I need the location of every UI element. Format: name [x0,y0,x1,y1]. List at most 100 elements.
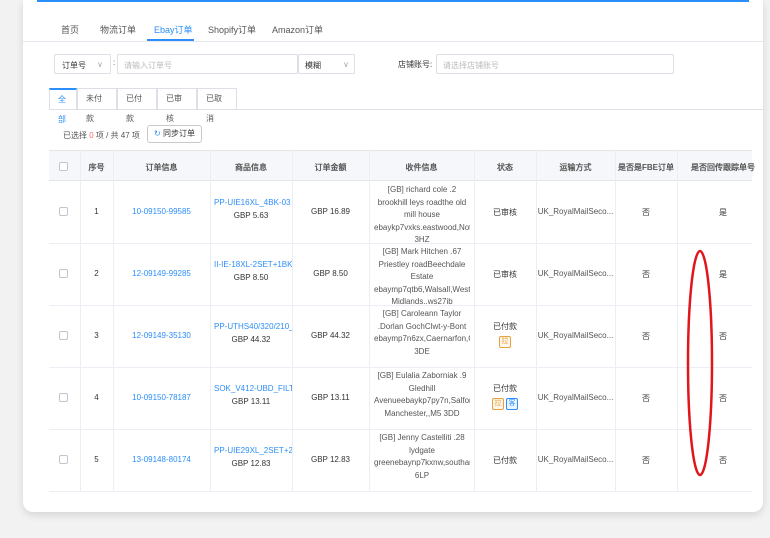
header-order-info: 订单信息 [145,163,178,172]
header-order-amount: 订单金额 [314,163,347,172]
row-divider [49,305,752,306]
status-tab-all[interactable]: 全部 [49,88,77,124]
row-index: 2 [94,269,99,278]
fbe-flag: 否 [642,394,650,403]
product-sku-link[interactable]: PP-UIE29XL_2SET+2BK [210,446,292,455]
row-checkbox[interactable] [59,455,68,464]
shipping-method: UK_RoyalMailSeco... [537,393,614,402]
order-amount: GBP 8.50 [313,269,348,278]
shipping-method: UK_RoyalMailSeco... [537,331,614,340]
product-price: GBP 8.50 [233,273,269,282]
search-field-select-value: 订单号 [62,61,86,70]
tracking-returned-flag: 否 [719,456,727,465]
shop-account-select[interactable]: 请选择店铺账号 [436,54,674,74]
column-divider [369,150,370,492]
match-mode-value: 模糊 [305,61,321,70]
row-checkbox[interactable] [59,331,68,340]
fbe-flag: 否 [642,208,650,217]
status-tab-cancelled[interactable]: 已取消 [197,88,237,123]
status-tab-reviewed[interactable]: 已审核 [157,88,197,123]
tab-ebay-orders[interactable]: Ebay订单 [154,23,193,36]
shipping-method: UK_RoyalMailSeco... [537,455,614,464]
tab-shopify-orders[interactable]: Shopify订单 [208,23,256,36]
product-price: GBP 5.63 [233,211,269,220]
recipient-address: [GB] Jenny Castelliti .28 lydgate greene… [374,433,470,480]
status-tab-divider [49,109,763,110]
column-divider [536,150,537,492]
row-checkbox[interactable] [59,207,68,216]
row-divider [49,491,752,492]
product-sku-link[interactable]: PP-UIE16XL_4BK-03 * 1 [210,198,292,207]
recipient-address: [GB] Eulalia Zaborniak .9 Gledhill Avenu… [374,371,470,418]
header-tracking-returned: 是否回传跟踪单号 [691,163,755,172]
column-divider [80,150,81,492]
row-index: 4 [94,393,99,402]
product-sku-link[interactable]: II-IE-18XL-2SET+1BK-0 [210,260,292,269]
order-status: 已付款 [493,322,517,331]
tracking-returned-flag: 否 [719,332,727,341]
shop-account-placeholder: 请选择店铺账号 [443,61,499,70]
field-separator: : [113,58,116,67]
orders-table: 序号 订单信息 商品信息 订单金额 收件信息 状态 运输方式 是否是FBE订单 … [49,150,755,492]
header-product-info: 商品信息 [235,163,267,172]
status-tags: 拉 [474,336,536,348]
product-price: GBP 12.83 [231,459,271,468]
row-index: 3 [94,331,99,340]
header-index: 序号 [88,163,105,172]
sync-orders-button[interactable]: ↻ 同步订单 [147,125,202,143]
table-header-row: 序号 订单信息 商品信息 订单金额 收件信息 状态 运输方式 是否是FBE订单 … [49,150,755,181]
order-amount: GBP 13.11 [311,393,350,402]
order-status: 已审核 [493,208,517,217]
status-tab-unpaid[interactable]: 未付款 [77,88,117,123]
shipping-method: UK_RoyalMailSeco... [537,207,614,216]
chevron-down-icon: ∨ [343,60,349,69]
search-field-select[interactable]: 订单号 ∨ [54,54,111,74]
row-checkbox[interactable] [59,393,68,402]
order-amount: GBP 44.32 [311,331,350,340]
status-tag: 拉 [492,398,504,410]
order-number-link[interactable]: 12-09149-99285 [113,269,210,278]
order-number-link[interactable]: 12-09149-35130 [113,331,210,340]
header-status: 状态 [497,163,513,172]
selection-count: 0 [89,131,94,140]
nav-tabs: 首页 物流订单 Ebay订单 Shopify订单 Amazon订单 [23,14,763,42]
column-divider [292,150,293,492]
order-status: 已付款 [493,384,517,393]
recipient-address: [GB] richard cole .2 brookhill leys road… [374,185,470,242]
fbe-flag: 否 [642,270,650,279]
column-divider [615,150,616,492]
row-index: 5 [94,455,99,464]
row-index: 1 [94,207,99,216]
selection-prefix: 已选择 [63,131,87,140]
product-sku-link[interactable]: PP-UTHS40/320/210_1 [210,322,292,331]
chevron-down-icon: ∨ [97,60,103,69]
order-number-link[interactable]: 10-09150-78187 [113,393,210,402]
fbe-flag: 否 [642,456,650,465]
order-number-link[interactable]: 13-09148-80174 [113,455,210,464]
header-fbe-order: 是否是FBE订单 [618,163,674,172]
order-amount: GBP 16.89 [311,207,350,216]
row-checkbox[interactable] [59,269,68,278]
order-amount: GBP 12.83 [311,455,350,464]
tracking-returned-flag: 是 [719,270,727,279]
tab-amazon-orders[interactable]: Amazon订单 [272,23,323,36]
active-tab-indicator [147,39,194,41]
selection-suffix: 项 / 共 47 项 [95,131,140,140]
tab-logistics-orders[interactable]: 物流订单 [100,23,136,36]
status-tab-paid[interactable]: 已付款 [117,88,157,123]
order-number-input[interactable]: 请输入订单号 [117,54,298,74]
order-number-link[interactable]: 10-09150-99585 [113,207,210,216]
select-all-checkbox[interactable] [59,162,68,171]
match-mode-select[interactable]: 模糊 ∨ [298,54,355,74]
main-card: 首页 物流订单 Ebay订单 Shopify订单 Amazon订单 订单号 ∨ … [23,0,763,512]
order-status: 已付款 [493,456,517,465]
refresh-icon: ↻ [154,129,161,138]
product-price: GBP 13.11 [231,397,271,406]
tab-home[interactable]: 首页 [61,23,79,36]
recipient-address: [GB] Caroleann Taylor .Dorlan GochClwt-y… [374,309,470,356]
product-price: GBP 44.32 [231,335,271,344]
shipping-method: UK_RoyalMailSeco... [537,269,614,278]
product-sku-link[interactable]: SOK_V412-UBD_FILTER [210,384,292,393]
row-divider [49,243,752,244]
shop-account-label: 店铺账号: [398,60,433,69]
